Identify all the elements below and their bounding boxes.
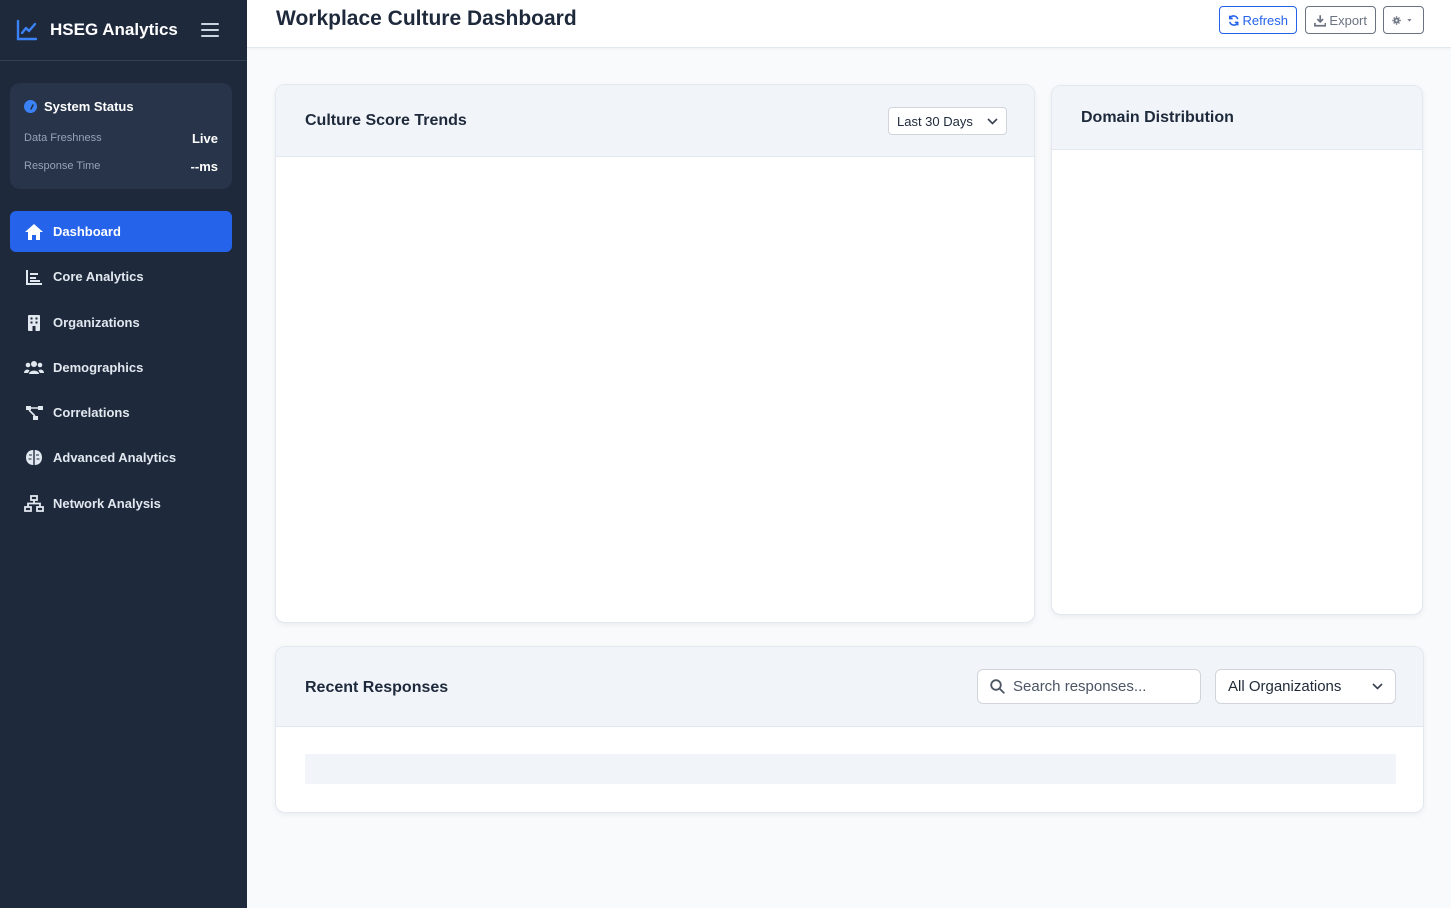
status-row-data-freshness: Data Freshness Live xyxy=(24,124,218,152)
bar-chart-icon xyxy=(24,267,44,287)
gear-icon xyxy=(1392,15,1401,25)
time-range-select[interactable]: Last 30 Days xyxy=(888,107,1007,135)
building-icon xyxy=(24,312,44,332)
domain-distribution-card: Domain Distribution xyxy=(1051,85,1423,615)
card-header: Culture Score Trends Last 30 Days xyxy=(276,85,1034,157)
users-icon xyxy=(24,357,44,377)
app-name: HSEG Analytics xyxy=(50,20,178,39)
refresh-button[interactable]: Refresh xyxy=(1219,6,1297,34)
recent-responses-card: Recent Responses All Organizations xyxy=(275,646,1424,813)
sitemap-icon xyxy=(24,493,44,513)
sidebar-item-label: Correlations xyxy=(53,405,130,421)
sidebar-item-label: Advanced Analytics xyxy=(53,450,177,466)
sidebar-item-label: Core Analytics xyxy=(53,269,144,285)
search-icon xyxy=(990,679,1005,694)
status-value: --ms xyxy=(190,158,218,174)
system-status-title: System Status xyxy=(24,99,218,114)
sidebar-item-correlations[interactable]: Correlations xyxy=(10,392,232,433)
sidebar: HSEG Analytics System Status Data Freshn… xyxy=(0,0,247,908)
search-box xyxy=(977,669,1201,704)
gauge-icon xyxy=(24,100,37,113)
project-diagram-icon xyxy=(24,403,44,423)
page-title: Workplace Culture Dashboard xyxy=(276,7,577,30)
sidebar-item-advanced-analytics[interactable]: Advanced Analytics xyxy=(10,437,232,478)
export-button[interactable]: Export xyxy=(1305,6,1376,34)
status-value: Live xyxy=(191,130,218,146)
organization-select-value: All Organizations xyxy=(1228,678,1342,695)
brand: HSEG Analytics xyxy=(0,0,247,61)
card-title: Domain Distribution xyxy=(1081,109,1234,126)
top-header: Workplace Culture Dashboard Refresh Expo… xyxy=(247,0,1451,48)
culture-score-trends-card: Culture Score Trends Last 30 Days xyxy=(275,84,1035,623)
sidebar-item-label: Dashboard xyxy=(53,224,121,239)
system-status-card: System Status Data Freshness Live Respon… xyxy=(10,83,232,189)
search-input[interactable] xyxy=(1013,678,1193,695)
chart-line-icon xyxy=(16,19,38,41)
sidebar-item-label: Organizations xyxy=(53,314,140,330)
status-label: Data Freshness xyxy=(24,132,102,144)
sidebar-item-demographics[interactable]: Demographics xyxy=(10,347,232,388)
chevron-down-icon xyxy=(1372,683,1383,690)
brain-icon xyxy=(24,448,44,468)
status-row-response-time: Response Time --ms xyxy=(24,152,218,180)
sidebar-nav: Dashboard Core Analytics Organizations D… xyxy=(10,211,232,528)
download-icon xyxy=(1314,14,1327,27)
sidebar-item-label: Demographics xyxy=(53,359,144,375)
card-title: Recent Responses xyxy=(305,679,449,696)
caret-down-icon xyxy=(1407,18,1412,22)
sidebar-item-core-analytics[interactable]: Core Analytics xyxy=(10,256,232,297)
chevron-down-icon xyxy=(987,117,998,125)
sidebar-item-label: Network Analysis xyxy=(53,495,161,511)
refresh-icon xyxy=(1228,14,1239,26)
card-header: Domain Distribution xyxy=(1052,86,1422,150)
status-label: Response Time xyxy=(24,160,101,172)
card-title: Culture Score Trends xyxy=(305,112,467,129)
organization-select[interactable]: All Organizations xyxy=(1215,669,1396,704)
responses-table-header xyxy=(305,754,1396,784)
sidebar-item-organizations[interactable]: Organizations xyxy=(10,302,232,343)
sidebar-item-dashboard[interactable]: Dashboard xyxy=(10,211,232,252)
menu-toggle-icon[interactable] xyxy=(201,23,219,37)
sidebar-item-network-analysis[interactable]: Network Analysis xyxy=(10,483,232,524)
card-header: Recent Responses All Organizations xyxy=(276,647,1423,727)
settings-dropdown-button[interactable] xyxy=(1383,6,1424,34)
time-range-value: Last 30 Days xyxy=(897,113,973,129)
home-icon xyxy=(24,222,44,242)
